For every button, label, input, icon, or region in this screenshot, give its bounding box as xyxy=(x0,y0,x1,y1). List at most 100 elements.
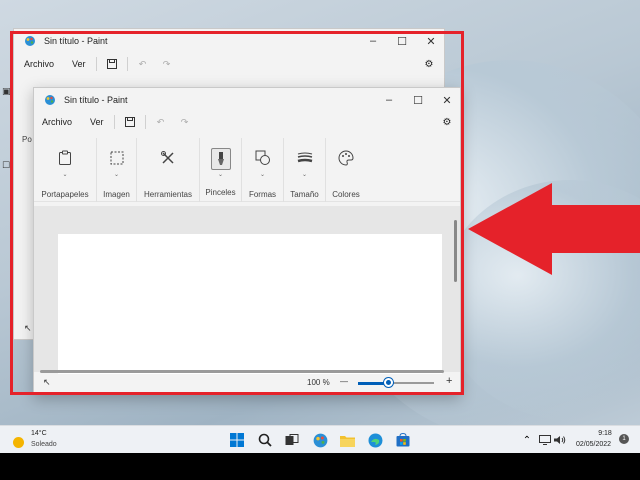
minimize-icon: – xyxy=(369,35,377,47)
weather-description[interactable]: Soleado xyxy=(31,441,57,448)
ribbon-group-tamano[interactable]: ⌄ Tamaño xyxy=(284,138,326,202)
start-button[interactable] xyxy=(228,431,246,449)
save-icon xyxy=(106,59,117,69)
paint-window-front[interactable]: Sin título - Paint – ☐ ✕ Archivo Ver ↶ ↷… xyxy=(33,87,461,395)
window-title: Sin título - Paint xyxy=(64,95,128,105)
notification-badge[interactable]: 1 xyxy=(619,434,629,444)
paint-logo-icon xyxy=(313,433,327,447)
redo-icon: ↷ xyxy=(180,116,189,127)
ribbon-group-imagen[interactable]: ⌄ Imagen xyxy=(97,138,137,202)
ribbon-group-formas[interactable]: ⌄ Formas xyxy=(242,138,284,202)
brush-icon xyxy=(217,152,224,165)
maximize-icon: ☐ xyxy=(397,35,407,48)
colors-icon xyxy=(338,150,354,166)
ribbon-group-pinceles[interactable]: ⌄ Pinceles xyxy=(200,138,242,202)
close-icon: ✕ xyxy=(426,35,436,48)
window-title: Sin título - Paint xyxy=(44,36,108,46)
maximize-button[interactable]: ☐ xyxy=(387,29,417,53)
ribbon-label-partial: Po xyxy=(22,135,32,144)
chevron-down-icon: ⌄ xyxy=(259,172,266,178)
group-label: Pinceles xyxy=(205,188,236,197)
save-button[interactable] xyxy=(121,113,139,131)
close-button[interactable]: ✕ xyxy=(416,29,446,53)
size-icon xyxy=(297,152,312,163)
volume-button[interactable] xyxy=(551,431,569,449)
clock-date[interactable]: 02/05/2022 xyxy=(576,441,611,448)
redo-button[interactable]: ↷ xyxy=(158,55,176,73)
ribbon-group-portapapeles[interactable]: ⌄ Portapapeles xyxy=(34,138,97,202)
drawing-canvas[interactable] xyxy=(58,234,442,374)
chevron-down-icon: ⌄ xyxy=(301,172,308,178)
group-label: Tamaño xyxy=(290,190,319,199)
edge-button[interactable] xyxy=(366,431,384,449)
minimize-button[interactable]: – xyxy=(358,29,388,53)
edge-icon xyxy=(368,433,382,447)
ribbon: ⌄ Portapapeles ⌄ Imagen Herramientas ⌄ P… xyxy=(34,138,460,202)
task-view-button[interactable] xyxy=(283,431,301,449)
pointer-icon: ↖ xyxy=(43,377,51,387)
menu-archivo[interactable]: Archivo xyxy=(24,59,54,69)
status-bar: ↖ 100 % — + xyxy=(34,372,460,394)
red-arrow-icon xyxy=(468,183,640,275)
undo-button[interactable]: ↶ xyxy=(152,113,170,131)
paint-logo-icon xyxy=(45,95,55,105)
paint-logo-icon xyxy=(25,36,35,46)
search-icon xyxy=(258,433,272,447)
settings-icon: ⚙ xyxy=(424,58,434,70)
close-icon: ✕ xyxy=(442,94,452,107)
menu-separator xyxy=(144,115,146,129)
vertical-scrollbar[interactable] xyxy=(454,220,457,282)
menu-separator xyxy=(126,57,128,71)
menu-ver[interactable]: Ver xyxy=(72,59,86,69)
clipboard-icon xyxy=(59,150,71,165)
volume-icon xyxy=(554,436,566,444)
weather-temperature[interactable]: 14°C xyxy=(31,430,47,437)
file-explorer-button[interactable] xyxy=(338,431,356,449)
zoom-in-button[interactable]: + xyxy=(446,375,452,387)
redo-button[interactable]: ↷ xyxy=(176,113,194,131)
chevron-down-icon: ⌄ xyxy=(62,172,68,178)
pointer-icon: ↖ xyxy=(24,323,32,333)
undo-icon: ↶ xyxy=(156,116,165,127)
settings-button[interactable]: ⚙ xyxy=(420,55,438,73)
minimize-icon: – xyxy=(385,94,393,106)
menu-archivo[interactable]: Archivo xyxy=(42,117,72,127)
weather-widget[interactable] xyxy=(9,433,27,451)
close-button[interactable]: ✕ xyxy=(432,88,462,112)
save-button[interactable] xyxy=(103,55,121,73)
taskbar: 14°C Soleado ⌃ 9:18 02/05/2022 1 xyxy=(0,425,640,453)
maximize-icon: ☐ xyxy=(413,94,423,107)
maximize-button[interactable]: ☐ xyxy=(403,88,433,112)
store-button[interactable] xyxy=(394,431,412,449)
save-icon xyxy=(124,117,135,127)
zoom-slider[interactable] xyxy=(358,378,434,387)
clock-time[interactable]: 9:18 xyxy=(590,430,620,437)
canvas-workspace[interactable] xyxy=(34,206,460,374)
tray-overflow-button[interactable]: ⌃ xyxy=(518,431,536,449)
group-label: Herramientas xyxy=(143,190,192,199)
settings-button[interactable]: ⚙ xyxy=(438,113,456,131)
task-view-icon xyxy=(285,434,299,445)
paint-taskbar-button[interactable] xyxy=(311,431,329,449)
menu-separator xyxy=(113,115,115,129)
ribbon-group-herramientas[interactable]: Herramientas xyxy=(137,138,200,202)
letterbox-bar xyxy=(0,453,640,480)
settings-icon: ⚙ xyxy=(442,116,452,128)
ribbon-group-colores[interactable]: Colores xyxy=(326,138,366,202)
menu-bar: Archivo Ver ↶ ↷ ⚙ xyxy=(14,52,444,76)
chevron-down-icon: ⌄ xyxy=(217,172,224,178)
menu-ver[interactable]: Ver xyxy=(90,117,104,127)
minimize-button[interactable]: – xyxy=(374,88,404,112)
undo-button[interactable]: ↶ xyxy=(134,55,152,73)
desktop: ▣ ☐ Sin título - Paint – ☐ ✕ Archivo Ver… xyxy=(0,0,640,480)
tools-icon xyxy=(161,151,174,164)
zoom-slider-knob[interactable] xyxy=(383,378,393,387)
zoom-out-button[interactable]: — xyxy=(340,377,348,386)
network-icon xyxy=(539,435,551,445)
folder-icon xyxy=(339,435,355,447)
chevron-up-icon: ⌃ xyxy=(522,434,532,446)
search-button[interactable] xyxy=(256,431,274,449)
zoom-level: 100 % xyxy=(307,378,330,387)
group-label: Colores xyxy=(332,190,360,199)
menu-separator xyxy=(95,57,97,71)
